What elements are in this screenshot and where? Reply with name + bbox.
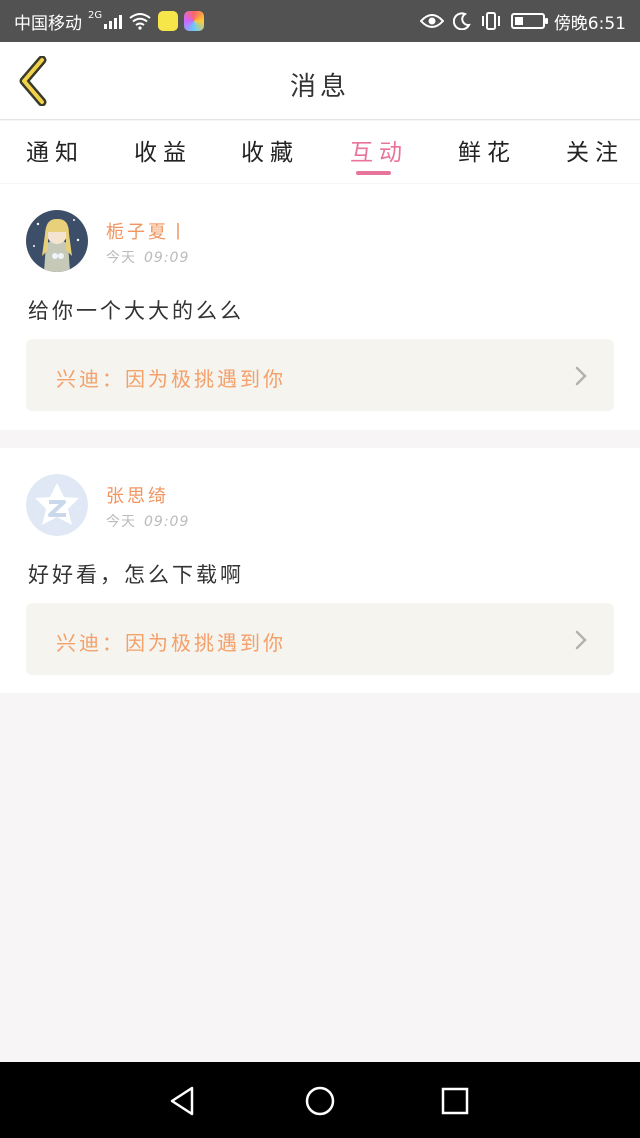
- network-type: 2G: [88, 9, 103, 21]
- system-nav-bar: [0, 1062, 640, 1138]
- vibrate-icon: [481, 12, 500, 30]
- wifi-icon: [129, 13, 151, 30]
- app-header: 消息: [0, 42, 640, 120]
- tab-bar: 通知 收益 收藏 互动 鲜花 关注: [0, 121, 640, 183]
- page-title: 消息: [289, 72, 350, 102]
- status-bar: 中国移动 2G 傍晚6:51: [0, 0, 640, 42]
- post-time: 今天 09:09: [106, 511, 189, 531]
- post-time: 今天 09:09: [106, 247, 189, 267]
- chevron-right-icon: [575, 366, 587, 386]
- post-clock: 09:09: [144, 514, 190, 530]
- active-tab-indicator: [356, 171, 391, 175]
- comment-text: 给你一个大大的么么: [28, 299, 244, 323]
- quoted-post-text: 兴迪：因为极挑遇到你: [56, 367, 286, 391]
- username[interactable]: 张思绮: [106, 482, 169, 508]
- signal-icon: [104, 13, 123, 29]
- comment-text: 好好看，怎么下载啊: [28, 563, 244, 587]
- back-triangle-icon[interactable]: [166, 1084, 200, 1118]
- username[interactable]: 栀子夏丨: [106, 218, 190, 244]
- moon-icon: [452, 12, 471, 30]
- post-date: 今天: [106, 250, 136, 266]
- tab-earnings[interactable]: 收益: [134, 133, 192, 167]
- post-clock: 09:09: [144, 250, 190, 266]
- tab-interactions[interactable]: 互动: [350, 133, 408, 167]
- gallery-app-icon: [184, 11, 205, 31]
- tab-notifications[interactable]: 通知: [26, 133, 84, 167]
- quoted-post-link[interactable]: 兴迪：因为极挑遇到你: [26, 603, 614, 675]
- battery-icon: [510, 13, 548, 29]
- quoted-post-text: 兴迪：因为极挑遇到你: [56, 631, 286, 655]
- avatar[interactable]: [26, 210, 88, 272]
- carrier-label: 中国移动: [14, 13, 82, 34]
- message-card: 栀子夏丨 今天 09:09 给你一个大大的么么 兴迪：因为极挑遇到你: [0, 184, 640, 430]
- post-date: 今天: [106, 514, 136, 530]
- clock: 傍晚6:51: [553, 13, 626, 34]
- chevron-right-icon: [575, 630, 587, 650]
- message-card: 张思绮 今天 09:09 好好看，怎么下载啊 兴迪：因为极挑遇到你: [0, 448, 640, 693]
- tab-flowers[interactable]: 鲜花: [458, 133, 516, 167]
- avatar[interactable]: [26, 474, 88, 536]
- wechat-app-icon: [158, 11, 179, 31]
- home-circle-icon[interactable]: [303, 1084, 337, 1118]
- tab-favorites[interactable]: 收藏: [241, 133, 299, 167]
- eye-icon: [419, 14, 444, 28]
- quoted-post-link[interactable]: 兴迪：因为极挑遇到你: [26, 339, 614, 411]
- tab-following[interactable]: 关注: [566, 133, 624, 167]
- recents-square-icon[interactable]: [438, 1084, 472, 1118]
